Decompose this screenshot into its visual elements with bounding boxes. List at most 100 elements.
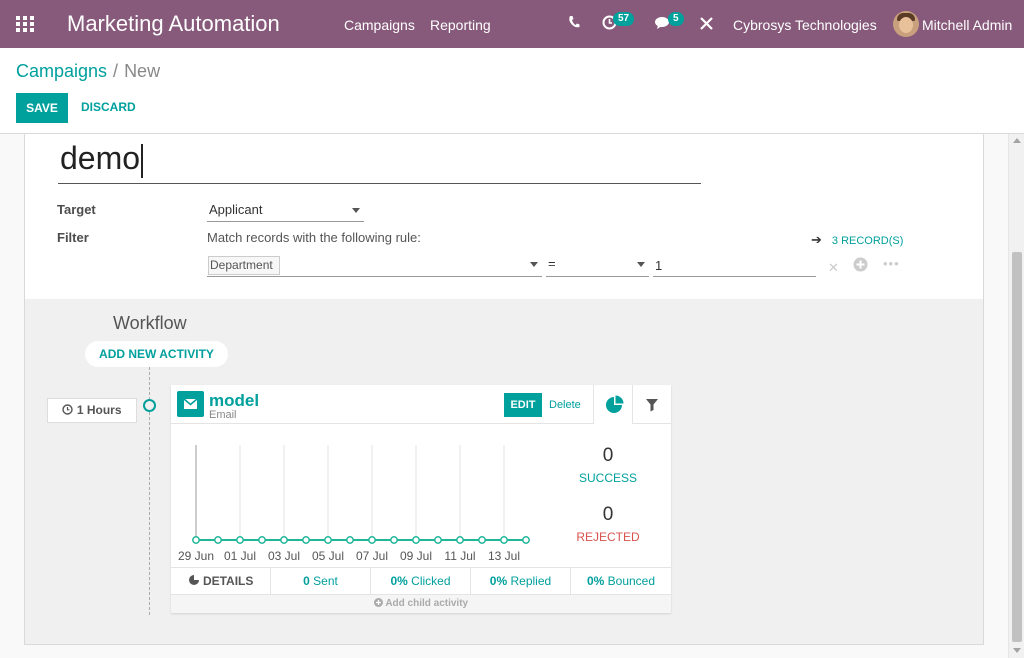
chart-x-tick-label: 11 Jul [444,549,475,563]
chart-data-point [434,536,442,544]
rule-operator-value: = [548,256,556,271]
app-brand[interactable]: Marketing Automation [67,11,280,37]
chart-x-tick-label: 09 Jul [400,549,432,563]
campaign-name-value: demo [60,140,141,176]
add-child-activity-button[interactable]: Add child activity [171,595,671,613]
breadcrumb-campaigns[interactable]: Campaigns [16,61,107,81]
menu-reporting[interactable]: Reporting [430,17,491,33]
activity-line-chart: 29 Jun 01 Jul 03 Jul 05 Jul 07 Jul 09 Jul 11 J… [178,445,530,563]
chart-data-point [214,536,222,544]
chart-data-point [192,536,200,544]
stat-clicked-value: 0% [390,574,408,588]
menu-campaigns[interactable]: Campaigns [344,17,415,33]
delete-activity-button[interactable]: Delete [549,399,581,411]
tab-graph[interactable] [593,385,633,424]
chart-data-point [522,536,530,544]
rule-value: 1 [655,258,663,273]
tools-icon[interactable] [700,17,713,34]
remove-rule-icon[interactable]: ✕ [828,260,839,276]
company-switcher[interactable]: Cybrosys Technologies [733,17,877,33]
top-navbar: Marketing Automation Campaigns Reporting… [0,0,1024,48]
chart-x-tick-label: 03 Jul [268,549,300,563]
target-value: Applicant [209,202,263,217]
stat-bounced-label: Bounced [607,574,656,588]
chart-data-point [280,536,288,544]
edit-activity-button[interactable]: EDIT [504,393,542,417]
filter-rule-text: Match records with the following rule: [207,230,421,245]
scroll-up-arrow-icon[interactable] [1013,138,1021,143]
activity-card-header: model Email EDIT Delete [171,385,671,424]
chart-data-point [456,536,464,544]
pie-chart-icon [188,575,199,585]
interval-text: 1 Hours [76,403,122,417]
breadcrumb-separator: / [113,61,119,81]
activity-name[interactable]: model [209,391,259,411]
chart-x-tick-label: 07 Jul [356,549,388,563]
form-content: demo Target Applicant Filter Match recor… [0,134,1024,658]
control-panel: Campaigns / New SAVE DISCARD [0,48,1024,134]
details-button[interactable]: DETAILS [171,568,271,595]
user-menu[interactable]: Mitchell Admin [922,17,1012,33]
workflow-title: Workflow [113,313,187,333]
activity-type: Email [209,409,237,421]
scroll-down-arrow-icon[interactable] [1013,648,1021,653]
add-rule-icon[interactable] [853,257,868,275]
rejected-count: 0 [602,504,614,525]
tab-filter[interactable] [633,385,671,424]
activity-badge: 57 [613,12,635,26]
apps-menu-icon[interactable] [16,16,34,32]
chart-data-point [258,536,266,544]
stat-sent-value: 0 [303,574,310,588]
add-new-activity-button[interactable]: ADD NEW ACTIVITY [85,341,228,367]
interval-badge[interactable]: 1 Hours [47,398,137,423]
breadcrumb-current: New [124,61,161,81]
chart-data-point [302,536,310,544]
chart-data-point [412,536,420,544]
more-options-icon[interactable]: ••• [883,256,900,271]
activity-stats-footer: DETAILS 0 Sent 0% Clicked 0% Replied 0% … [171,567,671,595]
chart-data-point [324,536,332,544]
user-avatar[interactable] [893,11,919,37]
stat-bounced[interactable]: 0% Bounced [571,568,671,595]
clock-icon [62,403,76,417]
email-icon [177,391,204,417]
phone-icon[interactable] [568,15,580,33]
messages-badge: 5 [668,12,684,26]
chart-x-tick-label: 13 Jul [488,549,520,563]
stat-replied-value: 0% [489,574,508,588]
rejected-label: REJECTED [576,530,640,544]
chart-data-point [346,536,354,544]
activity-card: model Email EDIT Delete 29 Jun 01 Jul 03 J… [171,385,671,613]
chevron-down-icon [352,208,360,213]
target-select[interactable]: Applicant [207,202,364,222]
chart-data-point [390,536,398,544]
stat-replied[interactable]: 0% Replied [471,568,571,595]
chevron-down-icon [530,262,538,267]
chart-x-tick-label: 05 Jul [312,549,344,563]
records-link[interactable]: ➔ 3 RECORD(S) [811,232,903,248]
discard-button[interactable]: DISCARD [81,100,136,114]
chart-data-point [236,536,244,544]
stat-clicked[interactable]: 0% Clicked [371,568,471,595]
target-label: Target [57,202,96,217]
success-label: SUCCESS [578,471,637,485]
records-count: 3 RECORD(S) [831,235,904,247]
chart-x-tick-label: 01 Jul [224,549,256,563]
pie-chart-icon [606,395,624,413]
chevron-down-icon [637,262,645,267]
vertical-scrollbar[interactable] [1008,134,1024,658]
stat-replied-label: Replied [510,574,552,588]
filter-icon [646,399,658,412]
scroll-thumb[interactable] [1012,252,1022,642]
rule-value-input[interactable]: 1 [653,256,816,277]
success-count: 0 [602,445,614,466]
stat-sent[interactable]: 0 Sent [271,568,371,595]
filter-label: Filter [57,230,89,245]
add-child-activity-label: Add child activity [385,598,469,609]
save-button[interactable]: SAVE [16,93,68,123]
rule-operator-select[interactable]: = [546,256,649,277]
campaign-name-input[interactable]: demo [58,138,701,184]
form-sheet: demo Target Applicant Filter Match recor… [24,134,984,299]
chart-data-point [368,536,376,544]
chart-data-point [500,536,508,544]
